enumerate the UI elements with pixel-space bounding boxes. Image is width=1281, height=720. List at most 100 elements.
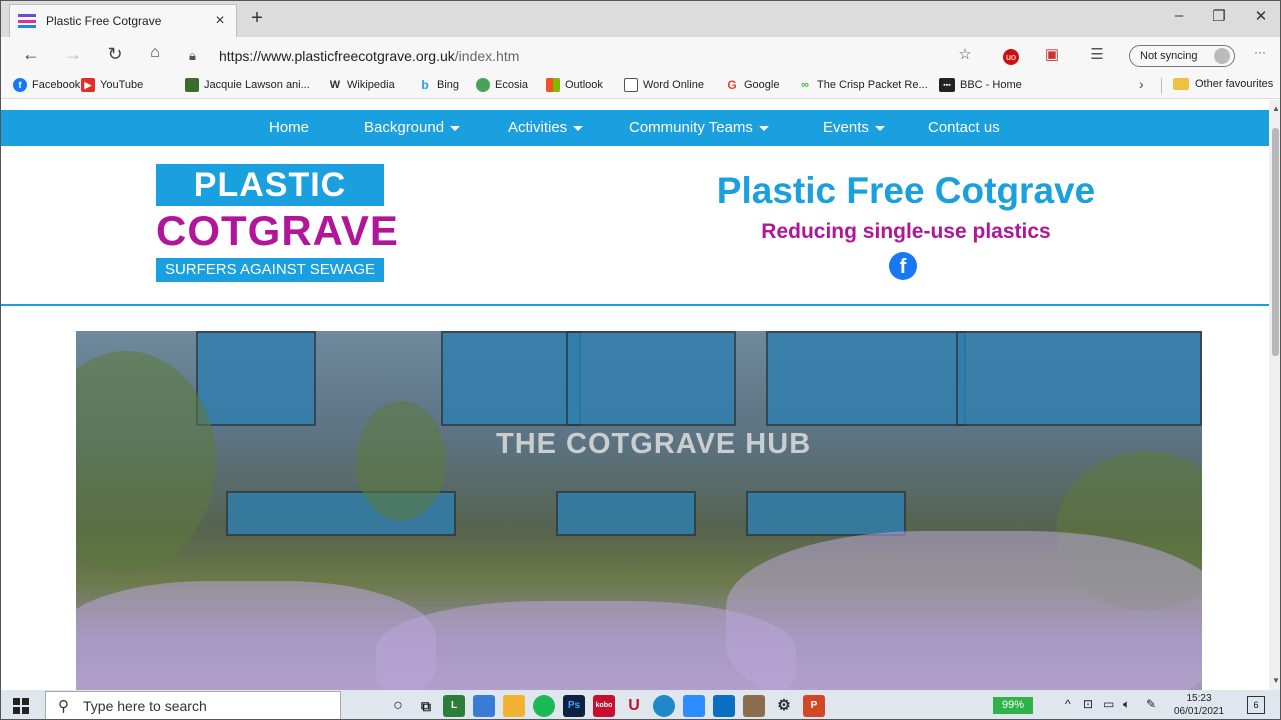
scrollbar-thumb[interactable] <box>1272 128 1279 356</box>
hero-caption: THE COTGRAVE HUB <box>496 428 812 460</box>
page-scrollbar[interactable]: ▲ ▼ <box>1269 100 1280 690</box>
task-view-icon[interactable]: ⧉ <box>415 695 437 717</box>
kobo-icon[interactable]: kobo <box>593 695 615 717</box>
taskbar-search-input[interactable]: ⚲ Type here to search <box>45 691 341 719</box>
pocket-extension-icon[interactable]: ▣ <box>1041 45 1063 65</box>
favourite-google[interactable]: G Google <box>725 78 779 92</box>
favourite-ecosia[interactable]: Ecosia <box>476 78 528 92</box>
mail-icon[interactable] <box>713 695 735 717</box>
nav-activities[interactable]: Activities <box>508 119 584 136</box>
display-icon[interactable]: ▭ <box>1103 697 1114 711</box>
other-favourites-folder[interactable]: Other favourites <box>1173 78 1273 90</box>
app-people-icon[interactable] <box>743 695 765 717</box>
hero-window-shape <box>956 331 1202 426</box>
nav-community-teams[interactable]: Community Teams <box>629 119 769 136</box>
new-tab-button[interactable]: + <box>245 7 269 30</box>
favourites-list-icon[interactable]: ☰ <box>1086 45 1108 65</box>
microsoft-icon <box>546 78 560 92</box>
facebook-icon[interactable]: f <box>889 252 917 280</box>
tab-title: Plastic Free Cotgrave <box>46 14 162 28</box>
favourite-youtube[interactable]: ▶ YouTube <box>81 78 143 92</box>
hero-window-shape <box>566 331 736 426</box>
zoom-icon[interactable] <box>683 695 705 717</box>
ecosia-icon <box>476 78 490 92</box>
browser-tab-bar: Plastic Free Cotgrave × + – ❐ ✕ <box>1 1 1280 37</box>
caret-down-icon <box>450 125 461 131</box>
scroll-up-icon[interactable]: ▲ <box>1272 104 1280 113</box>
favourite-word-online[interactable]: Word Online <box>624 78 704 92</box>
more-menu-icon[interactable]: ··· <box>1249 45 1271 65</box>
site-logo[interactable]: PLASTIC FREE COTGRAVE SURFERS AGAINST SE… <box>156 164 398 282</box>
app-l-icon[interactable]: L <box>443 695 465 717</box>
favourites-overflow-icon[interactable]: › <box>1139 76 1144 92</box>
home-icon[interactable]: ⌂ <box>143 44 167 62</box>
browser-tab[interactable]: Plastic Free Cotgrave × <box>9 4 237 37</box>
system-clock[interactable]: 15:23 06/01/2021 <box>1169 692 1229 718</box>
ublock-extension-icon[interactable]: uo <box>1003 49 1019 65</box>
nav-label: Home <box>269 119 310 136</box>
favourite-facebook[interactable]: f Facebook <box>13 78 80 92</box>
pen-icon[interactable]: ✎ <box>1146 697 1156 711</box>
youtube-icon: ▶ <box>81 78 95 92</box>
favourite-star-icon[interactable]: ☆ <box>954 45 976 65</box>
windows-start-icon[interactable] <box>13 698 29 714</box>
nav-background[interactable]: Background <box>364 119 461 136</box>
hero-window-shape <box>196 331 316 426</box>
page-viewport: Home Background Activities Community Tea… <box>1 100 1269 690</box>
favourite-outlook[interactable]: Outlook <box>546 78 603 92</box>
logo-line-1: PLASTIC FREE <box>156 164 384 246</box>
site-subtitle: Reducing single-use plastics <box>761 220 1051 243</box>
settings-gear-icon[interactable]: ⚙ <box>773 695 795 717</box>
mcafee-icon[interactable]: U <box>623 695 645 717</box>
notification-center-icon[interactable]: 6 <box>1247 696 1265 714</box>
header-divider <box>1 304 1269 306</box>
hero-image: THE COTGRAVE HUB <box>76 331 1202 690</box>
hero-lavender-shape <box>726 531 1202 690</box>
sync-button[interactable]: Not syncing <box>1129 45 1235 67</box>
refresh-icon[interactable]: ↻ <box>103 44 127 65</box>
powerpoint-icon[interactable]: P <box>803 695 825 717</box>
nav-contact-us[interactable]: Contact us <box>928 119 1000 136</box>
edge-icon[interactable] <box>653 695 675 717</box>
bbc-icon: ▪▪▪ <box>939 78 955 92</box>
address-bar[interactable]: 🔒︎ https://www.plasticfreecotgrave.org.u… <box>189 44 989 68</box>
file-explorer-icon[interactable] <box>503 695 525 717</box>
spotify-icon[interactable] <box>533 695 555 717</box>
clock-date: 06/01/2021 <box>1173 706 1225 717</box>
favourite-bing[interactable]: b Bing <box>418 78 459 92</box>
favourite-wikipedia[interactable]: W Wikipedia <box>328 78 395 92</box>
crisp-packet-icon: ∞ <box>801 79 809 91</box>
site-navigation: Home Background Activities Community Tea… <box>1 110 1269 146</box>
clock-time: 15:23 <box>1186 693 1212 704</box>
close-window-button[interactable]: ✕ <box>1241 7 1280 25</box>
back-icon[interactable]: ← <box>19 44 43 65</box>
hero-tree-shape <box>356 401 446 521</box>
search-icon: ⚲ <box>58 697 69 715</box>
tab-close-icon[interactable]: × <box>212 12 228 30</box>
show-hidden-icons-icon[interactable]: ^ <box>1065 697 1071 711</box>
caret-down-icon <box>874 125 885 131</box>
favourite-crisp-packet[interactable]: ∞ The Crisp Packet Re... <box>798 78 928 92</box>
screen: Plastic Free Cotgrave × + – ❐ ✕ ← → ↻ ⌂ … <box>0 0 1281 720</box>
nav-events[interactable]: Events <box>823 119 885 136</box>
forward-icon[interactable]: → <box>61 44 85 65</box>
favourite-bbc[interactable]: ▪▪▪ BBC - Home <box>939 78 1022 92</box>
volume-icon[interactable]: 🔈︎ <box>1123 697 1130 712</box>
hero-window-shape <box>746 491 906 536</box>
hero-window-shape <box>441 331 581 426</box>
hero-window-shape <box>556 491 696 536</box>
favourite-jacquie-lawson[interactable]: Jacquie Lawson ani... <box>185 78 310 92</box>
nav-label: Activities <box>508 119 568 136</box>
photoshop-icon[interactable]: Ps <box>563 695 585 717</box>
restore-button[interactable]: ❐ <box>1199 7 1239 25</box>
other-favourites-label: Other favourites <box>1195 78 1274 90</box>
nav-home[interactable]: Home <box>269 119 309 136</box>
network-icon[interactable]: ⊡ <box>1083 697 1093 711</box>
favourite-label: YouTube <box>100 79 144 91</box>
favourites-divider <box>1161 78 1162 94</box>
minimize-button[interactable]: – <box>1159 7 1199 24</box>
battery-indicator[interactable]: 99% <box>993 697 1033 714</box>
scroll-down-icon[interactable]: ▼ <box>1272 676 1280 685</box>
cortana-icon[interactable]: ○ <box>387 695 409 717</box>
notes-app-icon[interactable] <box>473 695 495 717</box>
